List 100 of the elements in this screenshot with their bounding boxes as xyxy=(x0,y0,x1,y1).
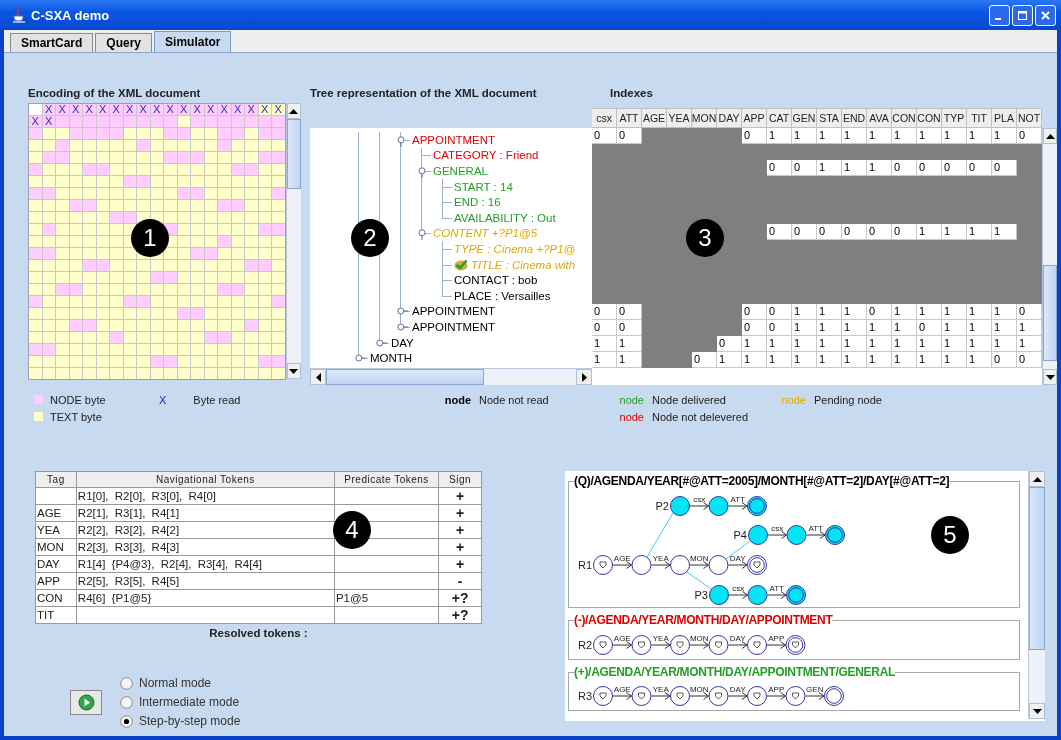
table-cell: 1 xyxy=(842,320,867,336)
tab[interactable]: Query xyxy=(95,33,153,52)
table-cell: 1 xyxy=(617,336,642,352)
column-header[interactable]: AGE xyxy=(642,108,667,128)
byte-cell: X xyxy=(245,104,258,115)
table-cell: 1 xyxy=(742,336,767,352)
tree-node[interactable]: AVAILABILITY : Out xyxy=(454,211,556,224)
section-heading: Tree representation of the XML document xyxy=(310,87,538,101)
table-cell: 1 xyxy=(917,128,942,144)
window-title: C-SXA demo xyxy=(31,7,110,23)
table-cell: 0 xyxy=(767,320,792,336)
column-header[interactable]: Tag xyxy=(35,471,77,488)
legend-mark: node xyxy=(618,410,644,423)
table-cell: 0 xyxy=(817,224,842,240)
automaton-label: R2 xyxy=(577,639,592,651)
byte-cell: X xyxy=(164,104,177,115)
tab[interactable]: Simulator xyxy=(154,31,232,52)
automaton-label: R1 xyxy=(577,559,592,571)
table-cell: 1 xyxy=(967,304,992,320)
column-header[interactable]: GEN xyxy=(792,108,817,128)
tree-node[interactable]: PLACE : Versailles xyxy=(454,289,551,302)
transition-label: MON xyxy=(689,554,709,563)
byte-cell: X xyxy=(83,104,96,115)
table-cell: TIT xyxy=(35,606,77,624)
automaton-label: P3 xyxy=(694,589,708,601)
table-cell: 0 xyxy=(692,352,717,368)
tree-node[interactable]: APPOINTMENT xyxy=(412,320,496,333)
table-cell: 0 xyxy=(717,336,742,352)
column-header[interactable]: STA xyxy=(817,108,842,128)
legend-label: Pending node xyxy=(814,393,882,406)
table-cell: 0 xyxy=(767,304,792,320)
table-cell: 0 xyxy=(867,224,892,240)
table-cell: P1@5 xyxy=(334,589,439,607)
column-header[interactable]: AVA xyxy=(867,108,892,128)
table-cell: 1 xyxy=(842,304,867,320)
legend-label: TEXT byte xyxy=(50,410,102,423)
transition-label: APP xyxy=(768,685,785,694)
automaton-label: P4 xyxy=(733,529,747,541)
tree-node[interactable]: END : 16 xyxy=(454,196,501,209)
table-cell: 1 xyxy=(917,224,942,240)
tree-node[interactable]: CONTACT : bob xyxy=(454,274,538,287)
radio-option[interactable]: Step-by-step mode xyxy=(120,713,241,729)
table-cell: 1 xyxy=(992,320,1017,336)
table-cell: 0 xyxy=(617,320,642,336)
transition-label: AGE xyxy=(613,554,631,563)
column-header[interactable]: Predicate Tokens xyxy=(334,471,439,488)
column-header[interactable]: csx xyxy=(592,108,617,128)
byte-cell: X xyxy=(56,104,69,115)
column-header[interactable]: END xyxy=(842,108,867,128)
column-header[interactable]: MON xyxy=(692,108,717,128)
table-cell: 1 xyxy=(867,128,892,144)
table-cell: 1 xyxy=(892,128,917,144)
tree-node[interactable]: CATEGORY : Friend xyxy=(433,149,539,162)
table-cell: 1 xyxy=(817,320,842,336)
table-cell: 0 xyxy=(742,128,767,144)
column-header[interactable]: YEA xyxy=(667,108,692,128)
byte-cell: X xyxy=(29,116,42,127)
tree-node[interactable]: APPOINTMENT xyxy=(412,305,496,318)
column-header[interactable]: TYP xyxy=(942,108,967,128)
automaton-label: R3 xyxy=(577,690,592,702)
table-cell: + xyxy=(438,521,482,539)
table-cell: 0 xyxy=(842,224,867,240)
automaton-label: P2 xyxy=(655,500,669,512)
table-cell: 0 xyxy=(617,304,642,320)
table-cell: MON xyxy=(35,538,77,556)
table-cell: 1 xyxy=(717,352,742,368)
column-header[interactable]: NOT xyxy=(1017,108,1042,128)
tree-node[interactable]: APPOINTMENT xyxy=(412,133,496,146)
column-header[interactable]: CON xyxy=(917,108,942,128)
table-cell: 0 xyxy=(617,128,642,144)
byte-cell: X xyxy=(96,104,109,115)
tree-node[interactable]: MONTH xyxy=(370,352,413,365)
legend-label: Byte read xyxy=(193,393,241,406)
transition-label: ATT xyxy=(808,524,823,533)
legend-label: Node not read xyxy=(479,393,549,406)
radio-option[interactable]: Intermediate mode xyxy=(120,694,241,710)
legend-mark: X xyxy=(159,393,167,406)
column-header[interactable]: ATT xyxy=(617,108,642,128)
table-cell: 1 xyxy=(842,128,867,144)
radio-option[interactable]: Normal mode xyxy=(120,675,241,691)
table-cell: 1 xyxy=(817,352,842,368)
table-cell: 1 xyxy=(917,304,942,320)
column-header[interactable]: CON xyxy=(892,108,917,128)
tree-node[interactable]: START : 14 xyxy=(454,180,513,193)
query-path-title: (Q)/AGENDA/YEAR[#@ATT=2005]/MONTH[#@ATT=2]/DAY[#@ATT=2] xyxy=(574,474,950,488)
column-header[interactable]: Sign xyxy=(438,471,482,488)
column-header[interactable]: APP xyxy=(742,108,767,128)
transition-label: csx xyxy=(771,524,784,533)
column-header[interactable]: PLA xyxy=(992,108,1017,128)
table-cell: 0 xyxy=(1017,352,1042,368)
byte-cell: X xyxy=(204,104,217,115)
column-header[interactable]: CAT xyxy=(767,108,792,128)
tab[interactable]: SmartCard xyxy=(10,33,94,52)
column-header[interactable]: TIT xyxy=(967,108,992,128)
transition-label: MON xyxy=(689,685,709,694)
transition-label: AGE xyxy=(613,634,631,643)
column-header[interactable]: DAY xyxy=(717,108,742,128)
tree-node[interactable]: DAY xyxy=(391,336,414,349)
column-header[interactable]: Navigational Tokens xyxy=(76,471,335,488)
table-cell: 1 xyxy=(767,128,792,144)
